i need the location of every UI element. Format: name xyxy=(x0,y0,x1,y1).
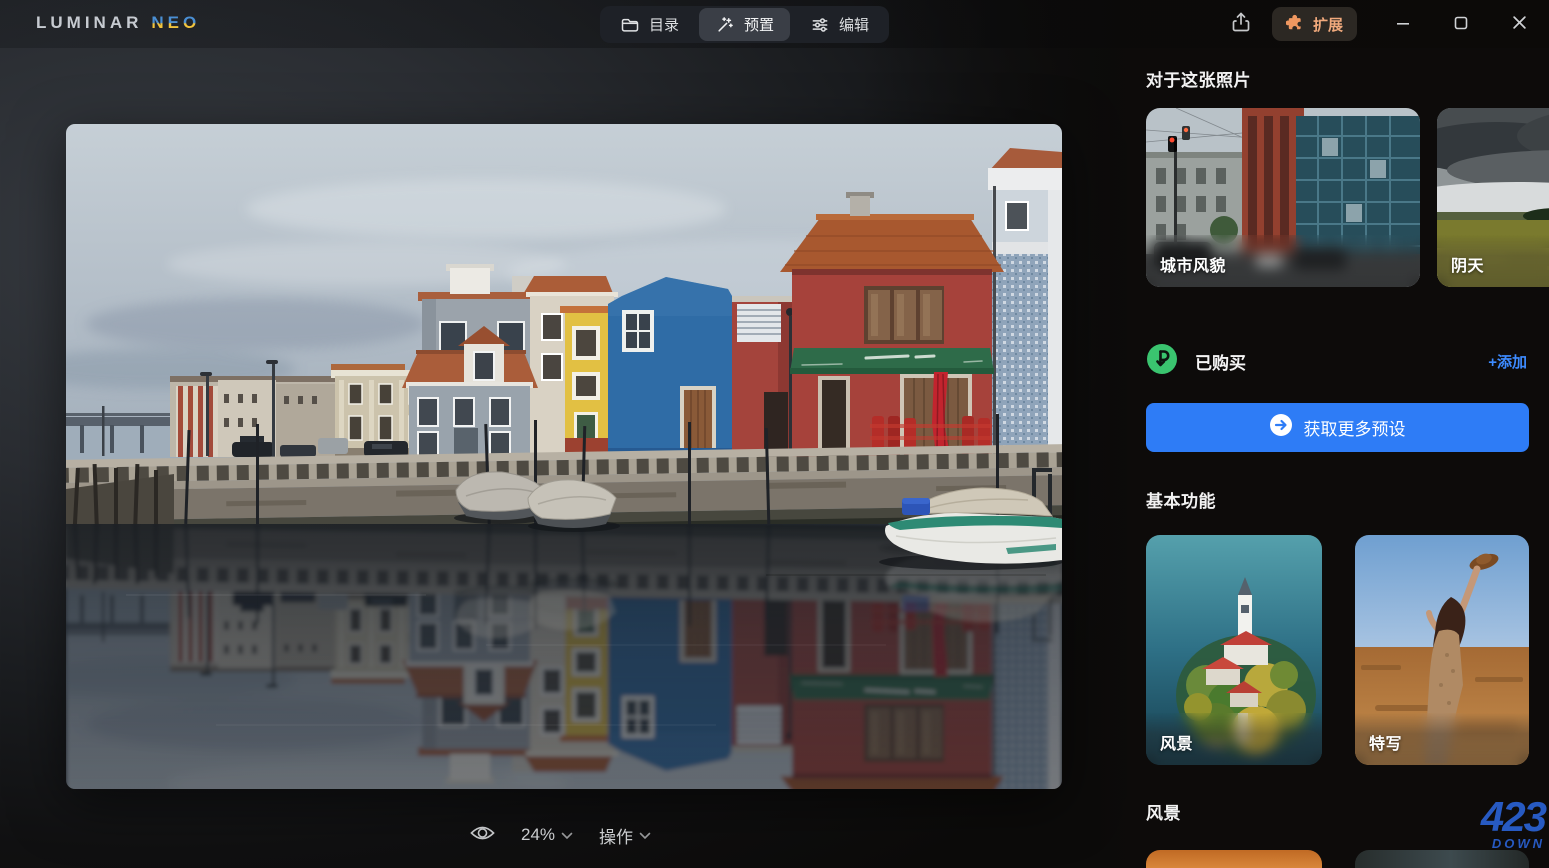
arrow-right-circle-icon xyxy=(1270,414,1292,441)
preset-card-label: 风景 xyxy=(1160,730,1193,754)
watermark-number: 423 xyxy=(1440,800,1545,834)
app-logo: LUMINAR NEO xyxy=(36,13,200,33)
logo-neo: NEO xyxy=(151,13,200,33)
extensions-button[interactable]: 扩展 xyxy=(1272,7,1357,41)
watermark-423down: 423 DOWN xyxy=(1440,800,1545,851)
photo-canal-houses xyxy=(66,124,1062,789)
add-preset-link[interactable]: +添加 xyxy=(1488,351,1527,372)
preset-card-label: 城市风貌 xyxy=(1160,252,1226,276)
sliders-icon xyxy=(810,15,830,35)
preset-card-cloudy[interactable]: 阴天 xyxy=(1437,108,1549,287)
actions-dropdown[interactable]: 操作 xyxy=(599,823,651,848)
maximize-icon xyxy=(1454,16,1468,35)
watermark-word: DOWN xyxy=(1440,836,1545,851)
extensions-label: 扩展 xyxy=(1313,14,1343,35)
share-icon xyxy=(1229,10,1253,39)
preset-card-landscape[interactable]: 风景 xyxy=(1146,535,1322,765)
folder-icon xyxy=(620,15,640,35)
preset-card-city[interactable]: 城市风貌 xyxy=(1146,108,1420,287)
titlebar: LUMINAR NEO 目录 预置 xyxy=(0,0,1549,48)
puzzle-icon xyxy=(1286,13,1305,36)
purchased-row: 已购买 +添加 xyxy=(1146,343,1529,377)
chevron-down-icon xyxy=(639,825,651,845)
tab-presets-label: 预置 xyxy=(744,14,774,35)
tab-edit[interactable]: 编辑 xyxy=(794,8,885,41)
preview-toggle[interactable] xyxy=(470,823,495,848)
landscape-section-heading: 风景 xyxy=(1146,799,1181,824)
preset-card-partial-sunset[interactable] xyxy=(1146,850,1322,868)
tab-presets[interactable]: 预置 xyxy=(699,8,790,41)
maximize-button[interactable] xyxy=(1448,12,1474,38)
close-button[interactable] xyxy=(1506,12,1532,38)
eye-icon xyxy=(470,823,495,848)
logo-luminar: LUMINAR xyxy=(36,13,142,33)
get-more-presets-button[interactable]: 获取更多预设 xyxy=(1146,403,1529,452)
basics-heading: 基本功能 xyxy=(1146,487,1216,512)
preset-card-partial-dark[interactable] xyxy=(1355,850,1529,868)
chevron-down-icon xyxy=(561,825,573,845)
viewer-toolbar: 24% 操作 xyxy=(470,820,651,850)
tab-catalog-label: 目录 xyxy=(649,14,679,35)
zoom-level-dropdown[interactable]: 24% xyxy=(521,825,573,845)
purchased-label: 已购买 xyxy=(1195,349,1246,374)
for-this-photo-heading: 对于这张照片 xyxy=(1146,66,1251,91)
close-icon xyxy=(1512,15,1527,35)
preset-card-closeup[interactable]: 特写 xyxy=(1355,535,1529,765)
presets-sidebar: 对于这张照片 xyxy=(1095,0,1549,868)
photo-canvas[interactable] xyxy=(66,124,1062,789)
minimize-icon xyxy=(1396,16,1410,35)
minimize-button[interactable] xyxy=(1390,12,1416,38)
preset-card-label: 特写 xyxy=(1369,730,1402,754)
wand-icon xyxy=(715,15,735,35)
tab-catalog[interactable]: 目录 xyxy=(604,8,695,41)
purchased-badge-icon xyxy=(1146,343,1178,380)
mode-tab-group: 目录 预置 编辑 xyxy=(600,6,889,43)
tab-edit-label: 编辑 xyxy=(839,14,869,35)
actions-label: 操作 xyxy=(599,823,633,848)
zoom-level-value: 24% xyxy=(521,825,555,845)
preset-card-label: 阴天 xyxy=(1451,252,1484,276)
share-button[interactable] xyxy=(1227,10,1255,38)
get-more-presets-label: 获取更多预设 xyxy=(1304,415,1406,440)
